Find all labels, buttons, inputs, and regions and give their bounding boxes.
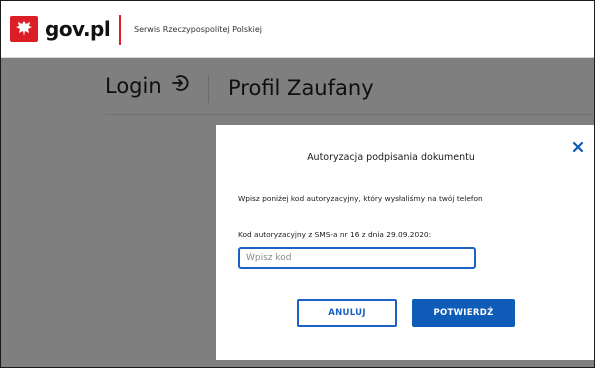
browser-viewport: gov.pl Serwis Rzeczypospolitej Polskiej … <box>0 0 595 368</box>
heading-separator <box>208 75 209 103</box>
login-label: Login <box>105 73 162 98</box>
code-field-label: Kod autoryzacyjny z SMS-a nr 16 z dnia 2… <box>238 230 432 239</box>
page-title: Profil Zaufany <box>228 76 374 100</box>
brand-name: gov.pl <box>45 17 111 41</box>
site-header: gov.pl Serwis Rzeczypospolitej Polskiej <box>1 1 594 58</box>
authorization-dialog: Autoryzacja podpisania dokumentu Wpisz p… <box>216 125 594 360</box>
dialog-title: Autoryzacja podpisania dokumentu <box>307 152 475 163</box>
close-button[interactable] <box>571 139 585 153</box>
heading-underline <box>105 114 594 115</box>
dialog-instructions: Wpisz poniżej kod autoryzacyjny, który w… <box>238 194 483 203</box>
authorization-code-input[interactable] <box>238 247 476 269</box>
close-icon <box>572 141 584 153</box>
service-name: Serwis Rzeczypospolitej Polskiej <box>134 25 262 34</box>
header-divider <box>119 15 121 45</box>
login-heading: Login <box>105 73 190 98</box>
confirm-button[interactable]: POTWIERDŹ <box>412 299 515 327</box>
cancel-button[interactable]: ANULUJ <box>297 299 397 327</box>
polish-eagle-icon <box>10 16 38 42</box>
login-arrow-icon <box>170 73 190 98</box>
gov-logo[interactable]: gov.pl <box>10 16 111 42</box>
